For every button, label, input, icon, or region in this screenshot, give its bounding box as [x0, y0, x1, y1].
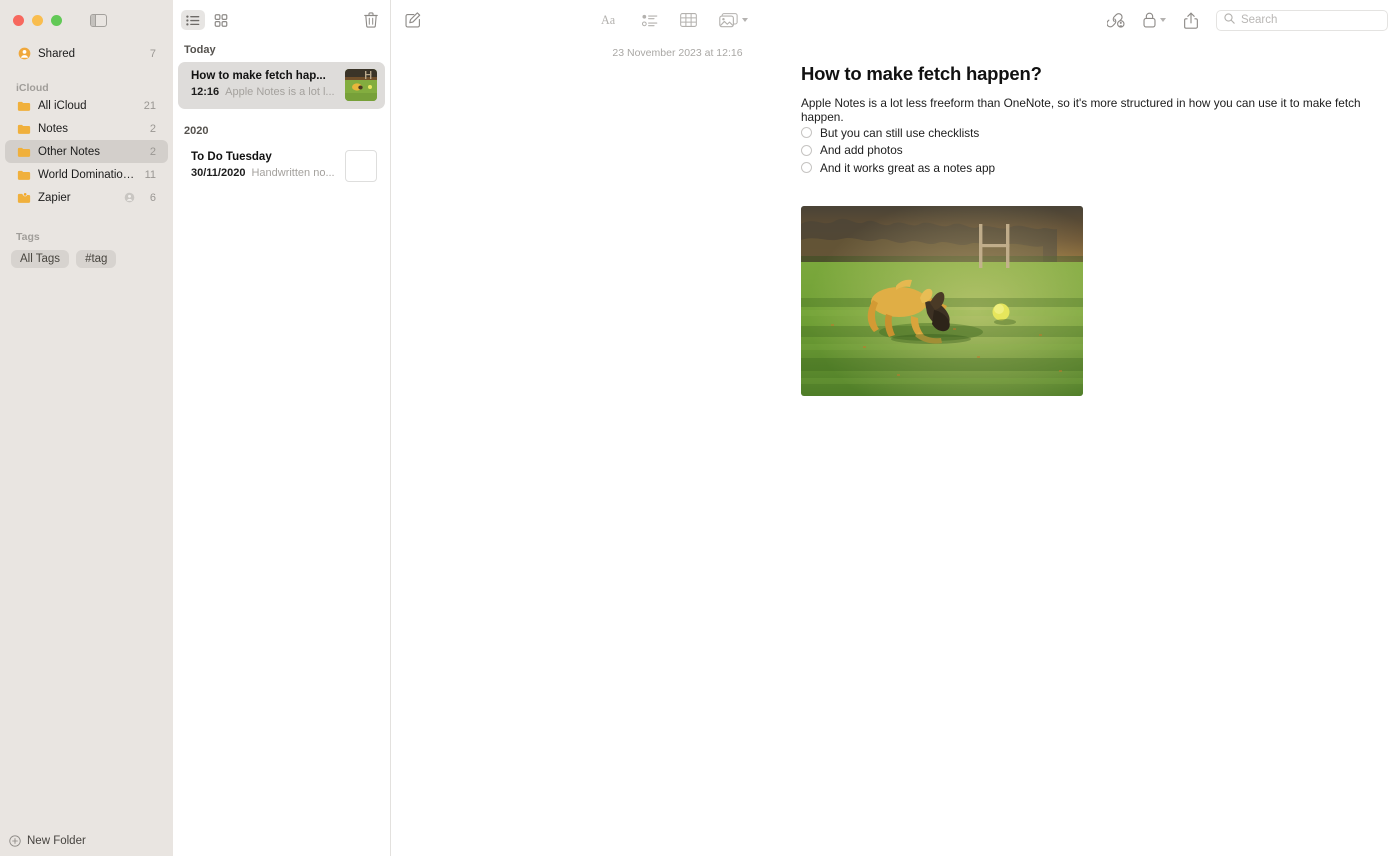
checklist-item-label: But you can still use checklists: [820, 125, 980, 140]
note-checklist: But you can still use checklists And add…: [801, 124, 995, 177]
sidebar-item-all-icloud[interactable]: All iCloud 21: [5, 94, 168, 117]
shared-section: Shared 7: [0, 42, 173, 65]
notes-section-header-2020: 2020: [184, 125, 209, 137]
folder-icon: [16, 146, 32, 158]
notes-section-header-today: Today: [184, 44, 216, 56]
folder-icon: [16, 169, 32, 181]
note-actions-group: [1106, 9, 1388, 31]
note-item-text: How to make fetch hap... 12:16 Apple Not…: [191, 69, 339, 100]
sidebar-item-label: Other Notes: [38, 145, 100, 158]
sidebar-item-count: 21: [143, 99, 156, 112]
share-icon[interactable]: [1184, 12, 1198, 29]
search-icon: [1224, 11, 1235, 29]
folder-icon: [16, 100, 32, 112]
note-title-heading: How to make fetch happen?: [801, 63, 1042, 84]
trash-icon[interactable]: [364, 12, 378, 28]
svg-text:Aa: Aa: [601, 13, 616, 27]
lock-icon[interactable]: [1143, 12, 1166, 28]
checklist-item-label: And it works great as a notes app: [820, 160, 996, 175]
checklist-item[interactable]: But you can still use checklists: [801, 124, 995, 142]
sidebar-item-count: 2: [149, 145, 156, 158]
zoom-button[interactable]: [51, 14, 62, 26]
sidebar: Shared 7 iCloud All iCloud 21 Notes 2 Ot…: [0, 0, 173, 856]
sidebar-item-zapier[interactable]: Zapier 6: [5, 186, 168, 209]
sidebar-item-count: 11: [144, 168, 156, 181]
chevron-down-icon: [1159, 18, 1166, 22]
new-folder-button[interactable]: New Folder: [0, 826, 173, 856]
note-editor-toolbar: Aa: [391, 0, 1400, 40]
sidebar-item-shared[interactable]: Shared 7: [5, 42, 168, 65]
note-item-snippet: Handwritten no...: [251, 167, 335, 179]
tag-chip-list: All Tags #tag: [0, 243, 173, 268]
checklist-item[interactable]: And it works great as a notes app: [801, 159, 995, 177]
format-toolbar-group: Aa: [601, 12, 748, 28]
note-item-thumbnail: [345, 150, 377, 182]
note-item-subtitle: 30/11/2020 Handwritten no...: [191, 166, 339, 181]
sidebar-item-label: Notes: [38, 122, 69, 135]
media-icon[interactable]: [718, 12, 748, 28]
list-view-icon[interactable]: [181, 10, 205, 30]
window-controls: [0, 0, 173, 40]
checkbox-icon[interactable]: [801, 162, 812, 174]
checklist-icon[interactable]: [641, 14, 658, 27]
shared-folder-icon: [16, 191, 32, 204]
minimize-button[interactable]: [32, 14, 43, 26]
notes-list-panel: Today How to make fetch hap... 12:16 App…: [173, 0, 391, 856]
note-list-item-to-do-tuesday[interactable]: To Do Tuesday 30/11/2020 Handwritten no.…: [178, 143, 385, 190]
sidebar-item-label: Zapier: [38, 191, 71, 204]
note-paragraph: Apple Notes is a lot less freeform than …: [801, 96, 1361, 124]
sidebar-item-count: 7: [149, 47, 156, 60]
close-button[interactable]: [13, 14, 24, 26]
plus-circle-icon: [9, 835, 21, 847]
sidebar-item-label: World Domination Pla...: [38, 168, 139, 181]
note-item-snippet: Apple Notes is a lot l...: [225, 86, 335, 98]
note-item-title: How to make fetch hap...: [191, 70, 326, 82]
notes-app-window: Shared 7 iCloud All iCloud 21 Notes 2 Ot…: [0, 0, 1400, 856]
checklist-item-label: And add photos: [820, 143, 903, 158]
checklist-item[interactable]: And add photos: [801, 142, 995, 160]
tag-chip-tag[interactable]: #tag: [76, 250, 117, 268]
tag-chip-all-tags[interactable]: All Tags: [11, 250, 70, 268]
format-text-icon[interactable]: Aa: [601, 13, 620, 27]
table-icon[interactable]: [679, 13, 697, 27]
sidebar-toggle-icon[interactable]: [90, 13, 107, 27]
note-item-text: To Do Tuesday 30/11/2020 Handwritten no.…: [191, 150, 339, 181]
note-item-thumbnail: [345, 69, 377, 101]
collaborate-icon[interactable]: [1106, 12, 1125, 28]
note-item-date: 30/11/2020: [191, 167, 246, 179]
new-folder-label: New Folder: [27, 835, 86, 847]
sidebar-item-count: 2: [149, 122, 156, 135]
sidebar-item-label: All iCloud: [38, 99, 87, 112]
view-mode-toggle: [181, 10, 233, 30]
checkbox-icon[interactable]: [801, 127, 812, 139]
note-editor-panel: Aa Search 23 November 2023 at 12:16 How …: [391, 0, 1400, 856]
sidebar-item-world-domination-plans[interactable]: World Domination Pla... 11: [5, 163, 168, 186]
shared-person-icon: [16, 47, 32, 60]
note-item-subtitle: 12:16 Apple Notes is a lot l...: [191, 85, 339, 100]
gallery-view-icon[interactable]: [209, 10, 233, 30]
sidebar-item-count: 6: [149, 191, 156, 204]
note-item-title: To Do Tuesday: [191, 151, 272, 163]
compose-note-icon[interactable]: [405, 12, 421, 28]
note-list-item-how-to-make-fetch-happen[interactable]: How to make fetch hap... 12:16 Apple Not…: [178, 62, 385, 109]
notes-list-toolbar: [173, 0, 390, 40]
checkbox-icon[interactable]: [801, 144, 812, 156]
chevron-down-icon: [741, 18, 748, 22]
search-input[interactable]: [1215, 9, 1388, 31]
icloud-section: iCloud All iCloud 21 Notes 2 Other Notes…: [0, 74, 173, 209]
tags-header: Tags: [16, 231, 40, 243]
note-item-date: 12:16: [191, 86, 220, 98]
sidebar-item-other-notes[interactable]: Other Notes 2: [5, 140, 168, 163]
icloud-header: iCloud: [16, 82, 49, 94]
note-photo[interactable]: [801, 206, 1083, 396]
folder-icon: [16, 123, 32, 135]
participant-icon: [124, 192, 135, 203]
search-field[interactable]: [1240, 14, 1380, 26]
note-timestamp: 23 November 2023 at 12:16: [612, 47, 743, 59]
sidebar-item-label: Shared: [38, 47, 76, 60]
sidebar-item-notes[interactable]: Notes 2: [5, 117, 168, 140]
tags-section: Tags All Tags #tag: [0, 223, 173, 268]
